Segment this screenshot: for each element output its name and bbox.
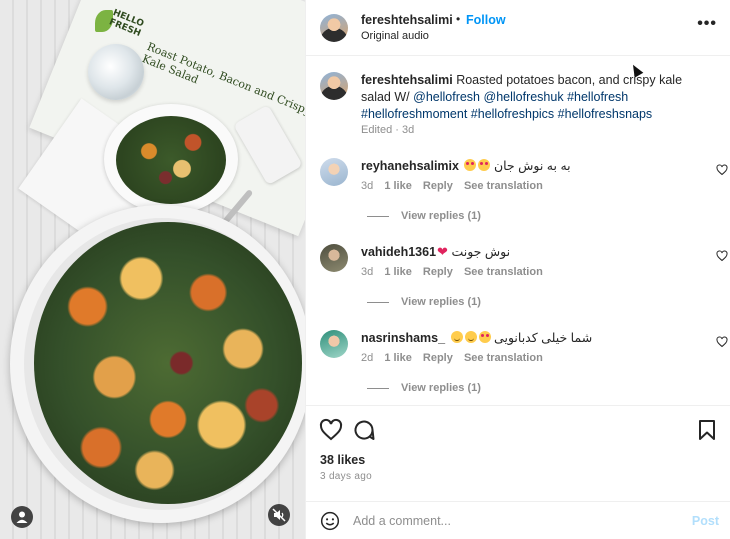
post-header: fereshtehsalimi • Follow Original audio … xyxy=(306,0,730,56)
view-replies-label: View replies (1) xyxy=(401,382,481,394)
comment-item: nasrinshams_ شما خیلی کدبانویی 2d 1 like… xyxy=(320,328,728,408)
see-translation-button[interactable]: See translation xyxy=(464,352,543,364)
divider xyxy=(367,387,389,389)
heart-icon[interactable] xyxy=(716,336,728,348)
see-translation-button[interactable]: See translation xyxy=(464,180,543,192)
comment-meta: 3d 1 like Reply See translation xyxy=(361,180,551,192)
hashtag-link[interactable]: #hellofreshmoment xyxy=(361,107,467,121)
comment-line: reyhanehsalimix به به نوش جان xyxy=(361,158,571,173)
heart-eyes-emoji-icon xyxy=(478,159,491,171)
hellofresh-logo: HELLO FRESH xyxy=(95,8,155,42)
likes-count[interactable]: 38 likes xyxy=(320,453,365,467)
heart-eyes-emoji-icon xyxy=(464,159,477,171)
comment-meta: 2d 1 like Reply See translation xyxy=(361,352,551,364)
comment-text: به به نوش جان xyxy=(493,159,571,173)
audio-link[interactable]: Original audio xyxy=(361,30,429,42)
reply-button[interactable]: Reply xyxy=(423,352,453,364)
small-plate-salad-image xyxy=(116,116,226,204)
avatar[interactable] xyxy=(320,72,348,100)
divider xyxy=(367,301,389,303)
post-timestamp: 3 days ago xyxy=(320,471,372,482)
caption-meta: Edited · 3d xyxy=(361,124,415,136)
see-translation-button[interactable]: See translation xyxy=(464,266,543,278)
comment-text: شما خیلی کدبانویی xyxy=(494,331,593,345)
hashtag-link[interactable]: #hellofreshpics xyxy=(471,107,554,121)
author-username[interactable]: fereshtehsalimi xyxy=(361,13,453,27)
comment-input[interactable] xyxy=(353,508,673,534)
water-glass-image xyxy=(88,44,144,100)
comment-text: نوش جونت xyxy=(451,245,511,259)
heart-eyes-emoji-icon xyxy=(478,331,491,343)
mention-link[interactable]: @hellofresh xyxy=(413,90,480,104)
separator-dot: • xyxy=(456,12,461,26)
comment-username[interactable]: reyhanehsalimix xyxy=(361,159,459,173)
hashtag-link[interactable]: #hellofresh xyxy=(567,90,628,104)
comment-line: nasrinshams_ شما خیلی کدبانویی xyxy=(361,330,592,345)
tagged-users-button[interactable] xyxy=(11,506,33,528)
comment-age: 3d xyxy=(361,180,374,192)
view-replies-label: View replies (1) xyxy=(401,296,481,308)
reply-button[interactable]: Reply xyxy=(423,180,453,192)
bookmark-icon[interactable] xyxy=(695,418,719,442)
comment-bubble-icon[interactable] xyxy=(352,418,376,442)
comment-username[interactable]: vahideh1361 xyxy=(361,245,436,259)
post-media[interactable]: HELLO FRESH Roast Potato, Bacon and Cris… xyxy=(0,0,305,539)
comment-username[interactable]: nasrinshams_ xyxy=(361,331,445,345)
comment-line: vahideh1361❤ نوش جونت xyxy=(361,244,510,260)
comment-age: 3d xyxy=(361,266,374,278)
view-replies-button[interactable]: View replies (1) xyxy=(367,296,481,308)
comment-likes[interactable]: 1 like xyxy=(384,266,412,278)
user-icon xyxy=(16,511,28,523)
smile-emoji-icon xyxy=(450,331,463,343)
salad-image xyxy=(34,222,302,504)
heart-icon[interactable] xyxy=(716,250,728,262)
comment-item: reyhanehsalimix به به نوش جان 3d 1 like … xyxy=(320,156,728,236)
avatar[interactable] xyxy=(320,330,348,358)
avatar[interactable] xyxy=(320,14,348,42)
hashtag-link[interactable]: #hellofreshsnaps xyxy=(558,107,653,121)
comment-meta: 3d 1 like Reply See translation xyxy=(361,266,551,278)
caption-text: fereshtehsalimi Roasted potatoes bacon, … xyxy=(361,72,706,123)
post-button[interactable]: Post xyxy=(692,514,719,528)
red-heart-emoji-icon: ❤ xyxy=(437,244,448,259)
more-options-button[interactable]: ••• xyxy=(697,15,717,33)
heart-icon[interactable] xyxy=(716,164,728,176)
comment-likes[interactable]: 1 like xyxy=(384,180,412,192)
comment-item: vahideh1361❤ نوش جونت 3d 1 like Reply Se… xyxy=(320,242,728,322)
speaker-muted-icon xyxy=(272,508,286,522)
heart-icon[interactable] xyxy=(319,418,343,442)
comment-age: 2d xyxy=(361,352,374,364)
avatar[interactable] xyxy=(320,244,348,272)
divider xyxy=(367,215,389,217)
smile-emoji-icon xyxy=(464,331,477,343)
follow-button[interactable]: Follow xyxy=(466,13,506,27)
add-comment-bar: Post xyxy=(306,501,730,539)
view-replies-button[interactable]: View replies (1) xyxy=(367,210,481,222)
smiley-icon[interactable] xyxy=(320,511,340,531)
caption-username[interactable]: fereshtehsalimi xyxy=(361,73,453,87)
post-details-panel: fereshtehsalimi • Follow Original audio … xyxy=(305,0,730,539)
comment-likes[interactable]: 1 like xyxy=(384,352,412,364)
avatar[interactable] xyxy=(320,158,348,186)
view-replies-label: View replies (1) xyxy=(401,210,481,222)
view-replies-button[interactable]: View replies (1) xyxy=(367,382,481,394)
brand-text: HELLO FRESH xyxy=(107,8,146,39)
reply-button[interactable]: Reply xyxy=(423,266,453,278)
post-actions: 38 likes 3 days ago Post xyxy=(306,405,730,539)
mention-link[interactable]: @hellofreshuk xyxy=(484,90,564,104)
mute-button[interactable] xyxy=(268,504,290,526)
